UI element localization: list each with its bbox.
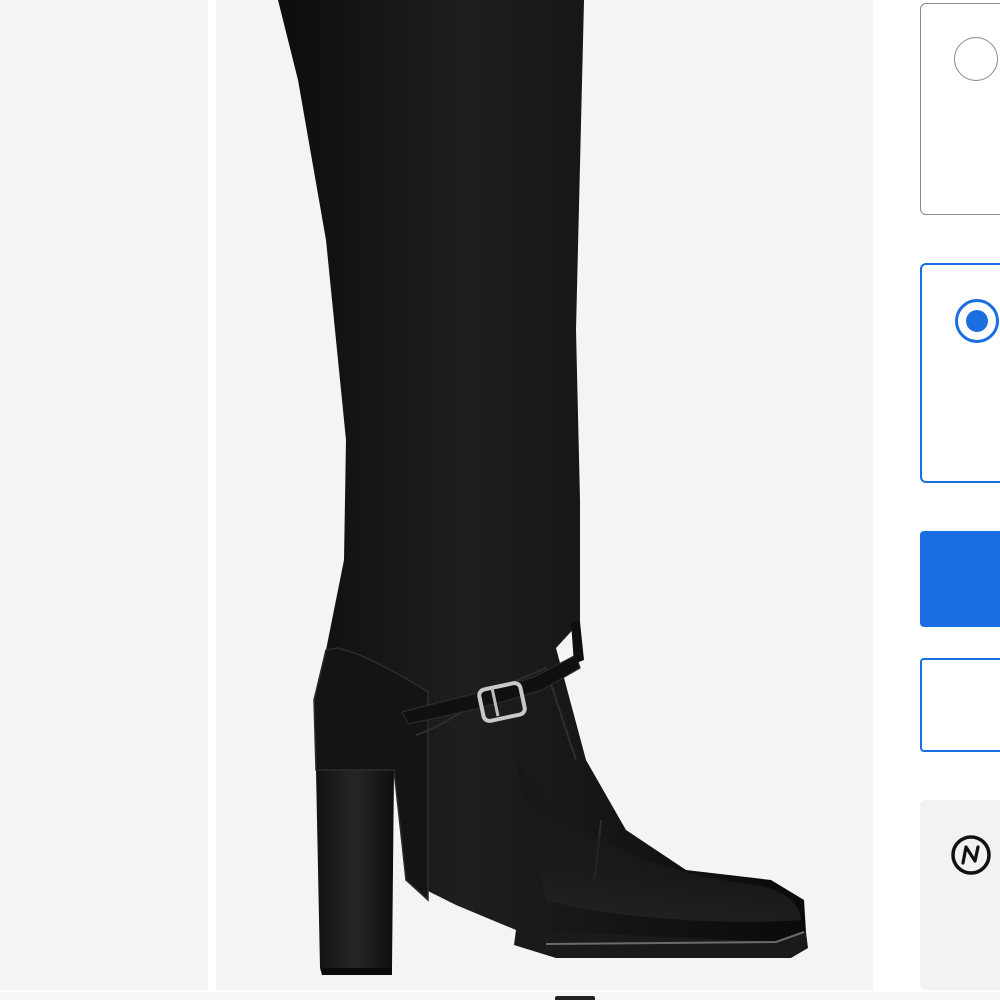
knee-high-boot-image [278,0,808,975]
bottom-divider [0,992,1000,1000]
option-card-1[interactable] [920,3,1000,215]
radio-button-unselected[interactable] [954,37,998,81]
main-product-image[interactable] [216,0,873,990]
secondary-action-button[interactable] [920,658,1000,752]
info-panel [920,800,1000,990]
radio-button-selected[interactable] [955,299,999,343]
next-image-edge [555,996,595,1000]
previous-product-image[interactable] [0,0,208,990]
primary-action-button[interactable] [920,531,1000,627]
option-card-2[interactable] [920,263,1000,483]
circled-n-icon [951,835,991,875]
